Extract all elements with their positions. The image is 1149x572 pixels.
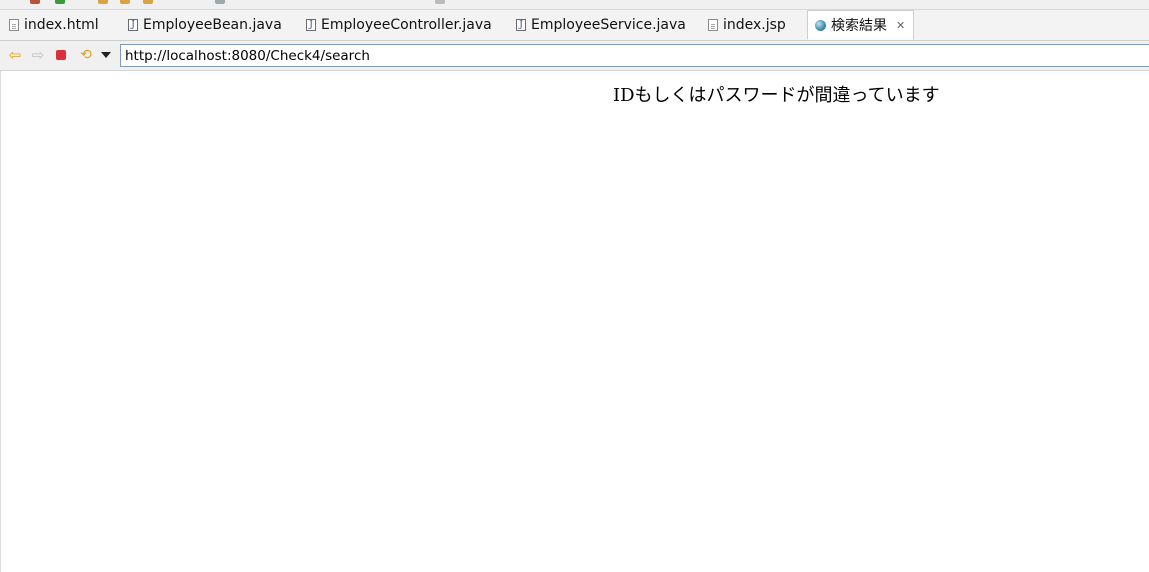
tab-label: index.jsp [723,17,786,33]
close-tab-icon[interactable]: ✕ [896,19,905,32]
refresh-button[interactable]: ⟲ [78,47,94,63]
error-message: IDもしくはパスワードが間違っています [613,85,940,106]
toolbar-icon[interactable] [435,0,445,4]
tab-label: 検索結果 [831,18,887,34]
forward-arrow-icon: ⇨ [31,46,45,64]
tab-employeeservice-java[interactable]: J EmployeeService.java [516,10,686,40]
globe-icon [815,19,826,31]
browser-nav-bar: ⇦ ⇨ ⟲ [0,41,1149,71]
page-content: IDもしくはパスワードが間違っています [0,71,1149,572]
history-dropdown-button[interactable] [98,47,114,63]
back-button[interactable]: ⇦ [7,47,23,63]
java-file-icon: J [516,19,526,31]
stop-button[interactable] [53,47,69,63]
toolbar-icon[interactable] [215,0,225,4]
refresh-icon: ⟲ [80,47,92,63]
tab-employeebean-java[interactable]: J EmployeeBean.java [128,10,282,40]
tab-search-results[interactable]: 検索結果 ✕ [807,10,915,40]
back-arrow-icon: ⇦ [8,46,22,64]
toolbar-icon[interactable] [143,0,153,4]
toolbar-icon[interactable] [30,0,40,4]
tab-label: EmployeeService.java [531,17,686,33]
tab-label: index.html [24,17,99,33]
stop-icon [56,50,66,60]
tab-employeecontroller-java[interactable]: J EmployeeController.java [306,10,492,40]
url-input[interactable] [120,44,1149,67]
html-file-icon [9,19,19,31]
toolbar-icon[interactable] [55,0,65,4]
java-file-icon: J [128,19,138,31]
toolbar-icon[interactable] [120,0,130,4]
forward-button[interactable]: ⇨ [30,47,46,63]
ide-toolbar [0,0,1149,10]
java-file-icon: J [306,19,316,31]
tab-index-jsp[interactable]: index.jsp [708,10,786,40]
chevron-down-icon [101,52,111,58]
tab-index-html[interactable]: index.html [9,10,99,40]
jsp-file-icon [708,19,718,31]
tab-label: EmployeeBean.java [143,17,282,33]
editor-tab-bar: index.html J EmployeeBean.java J Employe… [0,10,1149,41]
tab-label: EmployeeController.java [321,17,492,33]
toolbar-icon[interactable] [98,0,108,4]
